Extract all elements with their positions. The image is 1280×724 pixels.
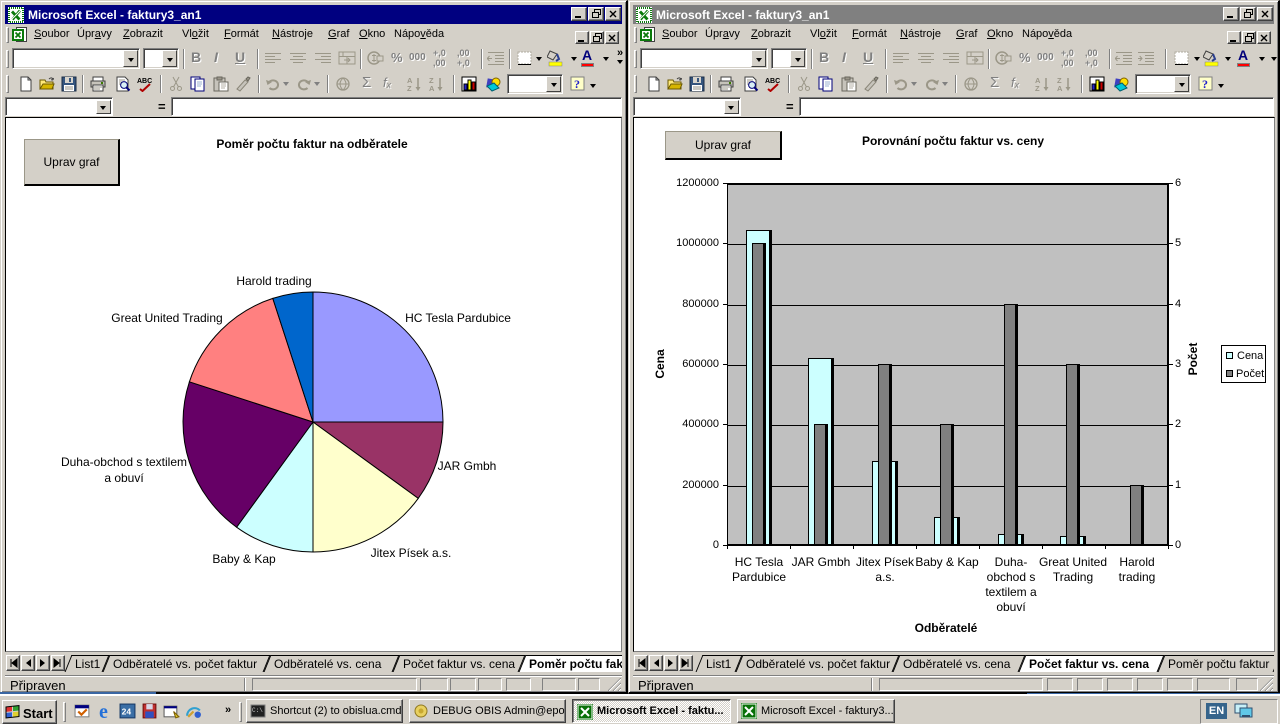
svg-text:?: ?	[574, 77, 580, 91]
svg-text:?: ?	[1202, 77, 1208, 91]
svg-text:Z: Z	[1035, 84, 1040, 92]
svg-text:C:\: C:\	[252, 707, 263, 714]
svg-text:A: A	[1057, 84, 1063, 92]
svg-text:Z: Z	[407, 84, 412, 92]
svg-text:A: A	[429, 84, 435, 92]
svg-text:24: 24	[122, 707, 132, 717]
